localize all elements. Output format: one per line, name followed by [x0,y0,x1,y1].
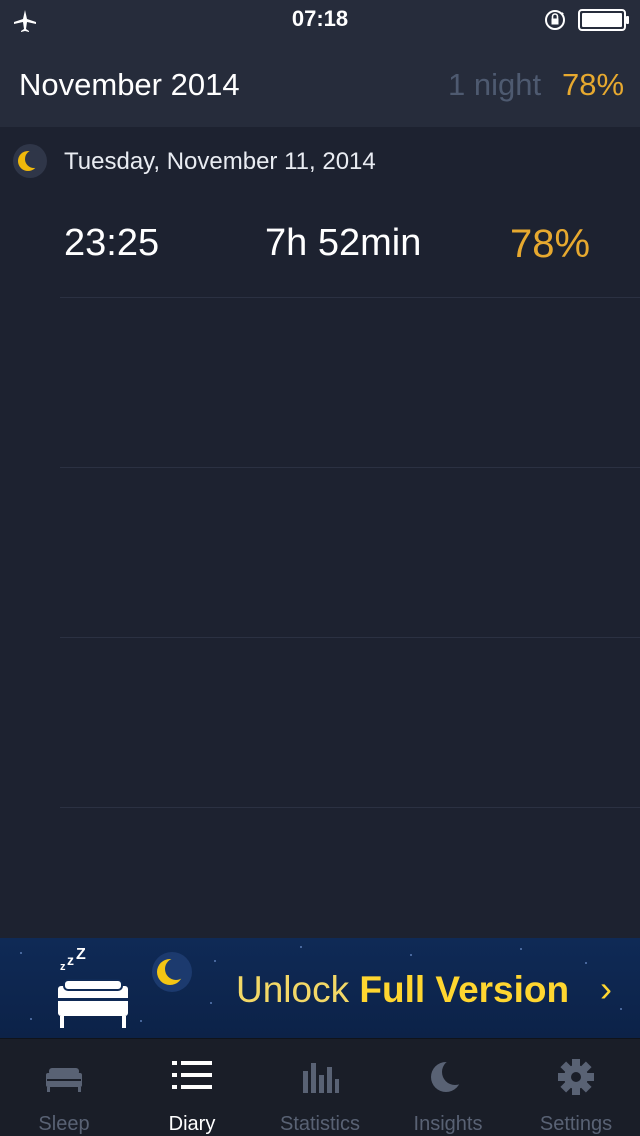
battery-icon [578,9,629,31]
moon-icon [13,144,47,178]
unlock-prefix: Unlock [236,969,360,1010]
row-divider [60,807,640,808]
entry-date: Tuesday, November 11, 2014 [64,148,376,175]
tab-diary-label: Diary [168,1113,216,1135]
entry-start-time: 23:25 [64,222,160,264]
status-bar: 07:18 [0,0,640,40]
page-title: November 2014 [19,67,240,102]
nights-count: 1 night [448,67,542,102]
svg-text:z: z [67,952,74,968]
svg-text:Z: Z [76,948,86,963]
unlock-emphasis: Full Version [359,969,570,1010]
month-quality: 78% [562,67,625,102]
tab-statistics-label: Statistics [279,1113,361,1135]
row-divider [60,297,640,298]
crescent-moon-icon [431,1059,468,1092]
tab-settings-label: Settings [539,1113,613,1135]
unlock-banner[interactable]: z z Z Unlock Full Version › [0,938,640,1038]
bed-zzz-icon: z z Z [58,948,128,1028]
moon-icon [152,952,192,992]
tab-bar: Sleep Diary Statistics Insights Settings [0,1038,640,1136]
bed-icon [46,1068,82,1092]
top-bar: 07:18 November 2014 1 night 78% [0,0,640,127]
tab-sleep-label: Sleep [38,1113,90,1135]
gear-icon [558,1059,594,1095]
row-divider [60,637,640,638]
rotation-lock-icon [545,10,565,30]
tab-settings[interactable]: Settings [512,1039,640,1136]
entry-sleep-quality: 78% [510,222,591,266]
bar-chart-icon [303,1063,339,1093]
tab-insights[interactable]: Insights [384,1039,512,1136]
diary-screen: 07:18 November 2014 1 night 78% Tuesday, [0,0,640,1136]
list-icon [172,1061,212,1089]
tab-sleep[interactable]: Sleep [0,1039,128,1136]
svg-text:z: z [60,961,66,973]
unlock-label: Unlock Full Version [236,969,569,1011]
tab-insights-label: Insights [413,1113,483,1135]
row-divider [60,467,640,468]
tab-diary[interactable]: Diary [128,1039,256,1136]
chevron-right-icon: › [600,968,612,1009]
entry-duration: 7h 52min [265,222,422,264]
tab-statistics[interactable]: Statistics [256,1039,384,1136]
